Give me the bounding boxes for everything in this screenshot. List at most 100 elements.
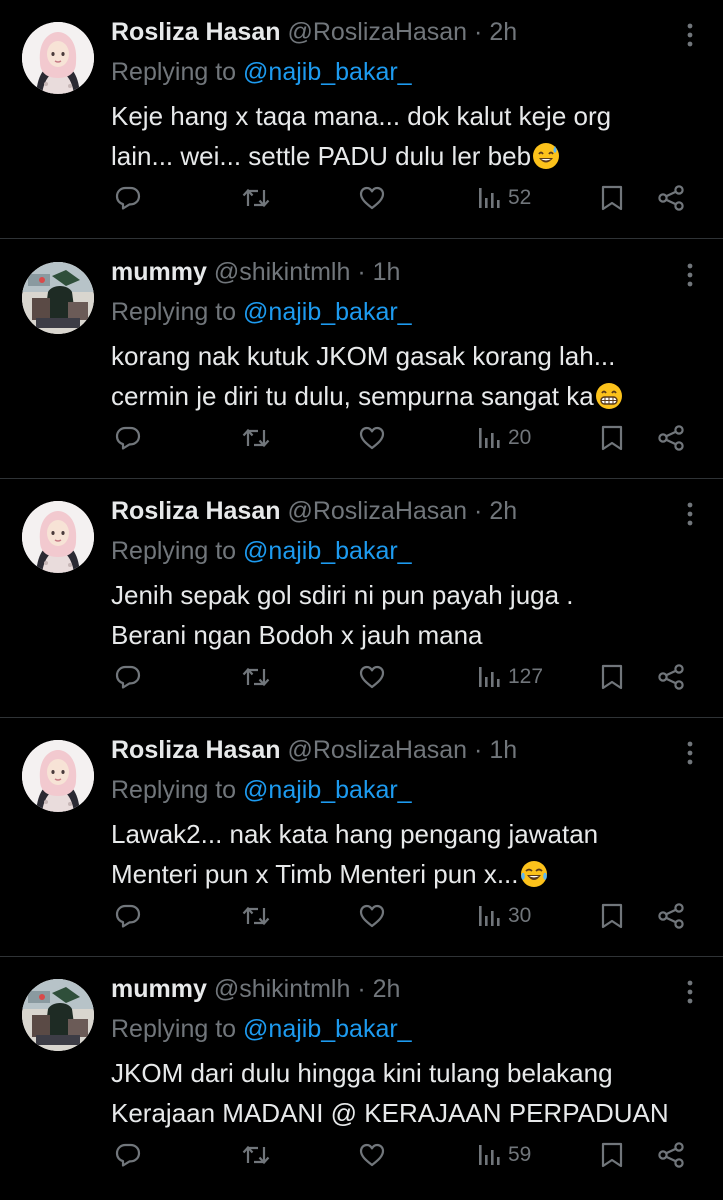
display-name[interactable]: Rosliza Hasan bbox=[111, 497, 281, 525]
user-handle[interactable]: @shikintmlh bbox=[214, 975, 351, 1003]
replying-to: Replying to @najib_bakar_ bbox=[111, 54, 412, 90]
tweet-actions: 59 bbox=[0, 1137, 723, 1173]
tweet[interactable]: Rosliza Hasan @RoslizaHasan · 2h Replyin… bbox=[0, 479, 723, 718]
tweet[interactable]: mummy @shikintmlh · 2h Replying to @naji… bbox=[0, 957, 723, 1200]
display-name[interactable]: Rosliza Hasan bbox=[111, 736, 281, 764]
views-button[interactable]: 52 bbox=[478, 180, 531, 216]
share-icon bbox=[656, 424, 686, 452]
display-name[interactable]: mummy bbox=[111, 258, 207, 286]
views-button[interactable]: 20 bbox=[478, 420, 531, 456]
views-count: 59 bbox=[508, 1143, 532, 1166]
tweet[interactable]: Rosliza Hasan @RoslizaHasan · 1h Replyin… bbox=[0, 718, 723, 957]
more-icon[interactable] bbox=[685, 501, 695, 527]
tweet-header: Rosliza Hasan @RoslizaHasan · 2h bbox=[111, 493, 517, 529]
like-button[interactable] bbox=[358, 420, 386, 456]
tweet-text-line: korang nak kutuk JKOM gasak korang lah..… bbox=[111, 341, 616, 371]
bookmark-button[interactable] bbox=[599, 180, 625, 216]
more-icon[interactable] bbox=[685, 262, 695, 288]
mention-link[interactable]: @najib_bakar_ bbox=[243, 1015, 412, 1043]
user-handle[interactable]: @shikintmlh bbox=[214, 258, 351, 286]
reply-button[interactable] bbox=[114, 420, 142, 456]
tweet-text-line: Kerajaan MADANI @ KERAJAAN PERPADUAN bbox=[111, 1098, 669, 1128]
share-button[interactable] bbox=[656, 659, 686, 695]
more-icon[interactable] bbox=[685, 979, 695, 1005]
tweet-header: mummy @shikintmlh · 1h bbox=[111, 254, 400, 290]
like-button[interactable] bbox=[358, 180, 386, 216]
retweet-button[interactable] bbox=[241, 659, 271, 695]
avatar[interactable] bbox=[22, 979, 94, 1051]
avatar[interactable] bbox=[22, 501, 94, 573]
retweet-button[interactable] bbox=[241, 1137, 271, 1173]
user-handle[interactable]: @RoslizaHasan bbox=[287, 497, 467, 525]
bookmark-button[interactable] bbox=[599, 659, 625, 695]
mention-link[interactable]: @najib_bakar_ bbox=[243, 537, 412, 565]
like-button[interactable] bbox=[358, 898, 386, 934]
reply-button[interactable] bbox=[114, 180, 142, 216]
like-icon bbox=[358, 184, 386, 212]
tweet-actions: 52 bbox=[0, 180, 723, 216]
tweet-text-line: cermin je diri tu dulu, sempurna sangat … bbox=[111, 381, 594, 411]
like-icon bbox=[358, 902, 386, 930]
separator-dot: · bbox=[474, 18, 483, 46]
share-icon bbox=[656, 184, 686, 212]
more-icon[interactable] bbox=[685, 22, 695, 48]
more-icon[interactable] bbox=[685, 740, 695, 766]
replying-to: Replying to @najib_bakar_ bbox=[111, 533, 412, 569]
timestamp[interactable]: 1h bbox=[489, 736, 517, 764]
retweet-icon bbox=[241, 184, 271, 212]
views-button[interactable]: 30 bbox=[478, 898, 531, 934]
views-count: 30 bbox=[508, 904, 532, 927]
reply-button[interactable] bbox=[114, 898, 142, 934]
tweet[interactable]: Rosliza Hasan @RoslizaHasan · 2h Replyin… bbox=[0, 0, 723, 239]
bookmark-icon bbox=[599, 1141, 625, 1169]
bookmark-icon bbox=[599, 184, 625, 212]
tweet-text-line-with-emoji: lain... wei... settle PADU dulu ler beb bbox=[111, 136, 701, 176]
like-button[interactable] bbox=[358, 659, 386, 695]
retweet-button[interactable] bbox=[241, 180, 271, 216]
display-name[interactable]: Rosliza Hasan bbox=[111, 18, 281, 46]
tweet[interactable]: mummy @shikintmlh · 1h Replying to @naji… bbox=[0, 240, 723, 479]
user-handle[interactable]: @RoslizaHasan bbox=[287, 736, 467, 764]
bookmark-button[interactable] bbox=[599, 420, 625, 456]
share-button[interactable] bbox=[656, 420, 686, 456]
share-button[interactable] bbox=[656, 180, 686, 216]
avatar[interactable] bbox=[22, 740, 94, 812]
share-button[interactable] bbox=[656, 1137, 686, 1173]
reply-timeline: Rosliza Hasan @RoslizaHasan · 2h Replyin… bbox=[0, 0, 723, 1200]
user-handle[interactable]: @RoslizaHasan bbox=[287, 18, 467, 46]
tweet-actions: 20 bbox=[0, 420, 723, 456]
retweet-icon bbox=[241, 902, 271, 930]
bookmark-button[interactable] bbox=[599, 898, 625, 934]
tweet-actions: 127 bbox=[0, 659, 723, 695]
views-count: 20 bbox=[508, 426, 532, 449]
reply-button[interactable] bbox=[114, 659, 142, 695]
retweet-button[interactable] bbox=[241, 420, 271, 456]
mention-link[interactable]: @najib_bakar_ bbox=[243, 298, 412, 326]
views-button[interactable]: 59 bbox=[478, 1137, 531, 1173]
like-button[interactable] bbox=[358, 1137, 386, 1173]
reply-button[interactable] bbox=[114, 1137, 142, 1173]
timestamp[interactable]: 2h bbox=[489, 497, 517, 525]
display-name[interactable]: mummy bbox=[111, 975, 207, 1003]
avatar[interactable] bbox=[22, 262, 94, 334]
replying-to: Replying to @najib_bakar_ bbox=[111, 1011, 412, 1047]
avatar[interactable] bbox=[22, 22, 94, 94]
share-button[interactable] bbox=[656, 898, 686, 934]
tweet-text-line-with-emoji: cermin je diri tu dulu, sempurna sangat … bbox=[111, 376, 701, 416]
mention-link[interactable]: @najib_bakar_ bbox=[243, 58, 412, 86]
tweet-actions: 30 bbox=[0, 898, 723, 934]
views-button[interactable]: 127 bbox=[478, 659, 543, 695]
bookmark-button[interactable] bbox=[599, 1137, 625, 1173]
tweet-text-line: Lawak2... nak kata hang pengang jawatan bbox=[111, 819, 599, 849]
mention-link[interactable]: @najib_bakar_ bbox=[243, 776, 412, 804]
like-icon bbox=[358, 663, 386, 691]
retweet-button[interactable] bbox=[241, 898, 271, 934]
timestamp[interactable]: 2h bbox=[489, 18, 517, 46]
tweet-text-line: Menteri pun x Timb Menteri pun x... bbox=[111, 859, 519, 889]
timestamp[interactable]: 1h bbox=[373, 258, 401, 286]
tweet-text-line: Jenih sepak gol sdiri ni pun payah juga … bbox=[111, 580, 574, 610]
tweet-text: JKOM dari dulu hingga kini tulang belaka… bbox=[111, 1053, 701, 1133]
timestamp[interactable]: 2h bbox=[373, 975, 401, 1003]
retweet-icon bbox=[241, 663, 271, 691]
replying-to-label: Replying to bbox=[111, 537, 244, 565]
